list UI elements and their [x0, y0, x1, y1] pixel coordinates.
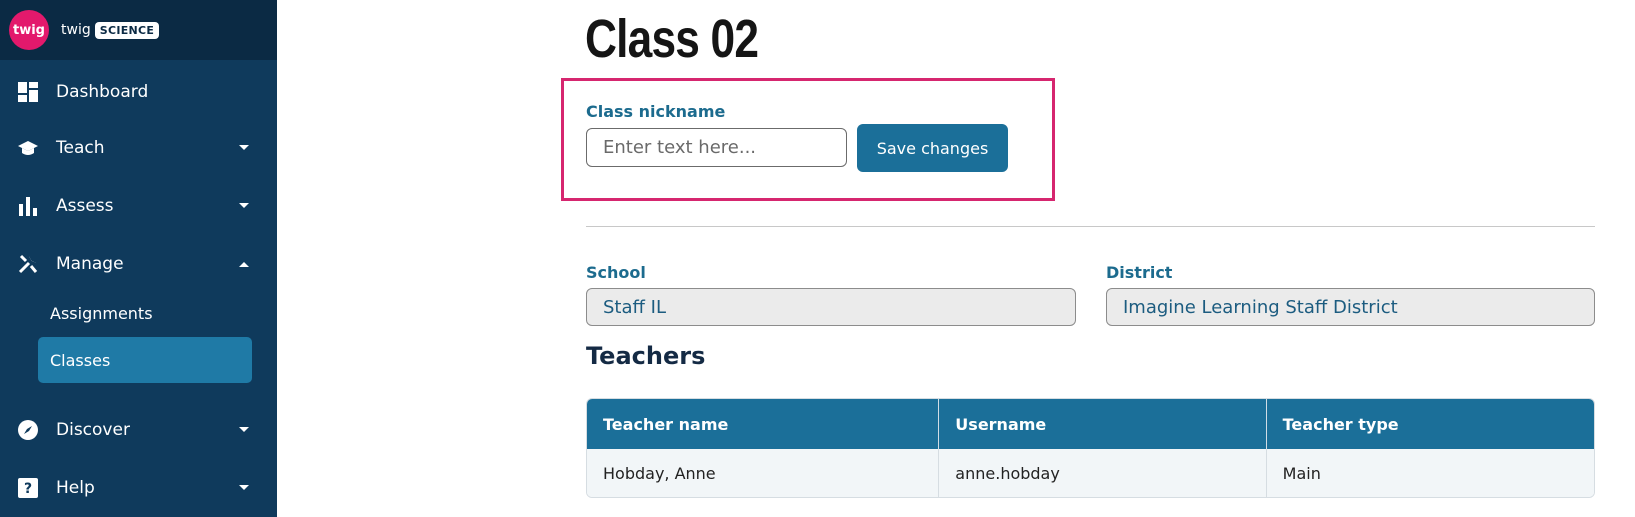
chevron-down-icon	[237, 423, 251, 437]
cell-teacher-name: Hobday, Anne	[587, 449, 940, 497]
table-header-row: Teacher name Username Teacher type	[587, 399, 1594, 449]
sidebar-item-label: Dashboard	[56, 82, 149, 102]
tools-icon	[17, 253, 39, 275]
sidebar-item-discover[interactable]: Discover	[0, 410, 277, 450]
sidebar-item-assess[interactable]: Assess	[0, 186, 277, 226]
compass-icon	[17, 419, 39, 441]
twig-logo[interactable]: twig	[9, 10, 49, 50]
brand-header: twig twig SCIENCE	[0, 0, 277, 60]
brand-name: twig	[61, 22, 91, 38]
app-root: twig twig SCIENCE Dashboard Teach Assess	[0, 0, 1635, 517]
nickname-label: Class nickname	[586, 102, 726, 121]
sidebar-item-label: Teach	[56, 138, 105, 158]
graduation-cap-icon	[17, 137, 39, 159]
sidebar-subitem-assignments[interactable]: Assignments	[38, 290, 252, 336]
cell-teacher-type: Main	[1282, 463, 1321, 483]
chevron-up-icon	[237, 257, 251, 271]
bar-chart-icon	[17, 195, 39, 217]
column-header-username[interactable]: Username	[939, 399, 1267, 449]
help-icon: ?	[17, 477, 39, 499]
table-row: Hobday, Anne anne.hobday Main	[587, 449, 1594, 497]
brand-pill: SCIENCE	[94, 21, 160, 39]
sidebar: twig twig SCIENCE Dashboard Teach Assess	[0, 0, 277, 517]
sidebar-item-label: Discover	[56, 420, 130, 440]
column-header-teacher-name[interactable]: Teacher name	[587, 399, 940, 449]
chevron-down-icon	[237, 481, 251, 495]
column-header-teacher-type[interactable]: Teacher type	[1267, 399, 1594, 449]
sidebar-item-teach[interactable]: Teach	[0, 128, 277, 168]
district-field: Imagine Learning Staff District	[1106, 288, 1595, 326]
sidebar-item-dashboard[interactable]: Dashboard	[0, 72, 277, 112]
sidebar-item-manage[interactable]: Manage	[0, 244, 277, 284]
sidebar-item-label: Manage	[56, 254, 124, 274]
nickname-input[interactable]	[586, 128, 847, 167]
chevron-down-icon	[237, 141, 251, 155]
school-field: Staff IL	[586, 288, 1076, 326]
sidebar-item-label: Assess	[56, 196, 114, 216]
teachers-table: Teacher name Username Teacher type Hobda…	[586, 398, 1595, 498]
teachers-heading: Teachers	[586, 342, 706, 370]
district-label: District	[1106, 263, 1173, 282]
cell-username: anne.hobday	[939, 449, 1267, 497]
section-divider	[586, 226, 1595, 227]
sidebar-item-label: Help	[56, 478, 95, 498]
save-changes-button[interactable]: Save changes	[857, 124, 1008, 172]
svg-text:?: ?	[24, 481, 32, 497]
dashboard-icon	[17, 81, 39, 103]
school-label: School	[586, 263, 646, 282]
page-title: Class 02	[585, 9, 759, 69]
sidebar-item-help[interactable]: ? Help	[0, 468, 277, 508]
sidebar-subitem-classes[interactable]: Classes	[38, 337, 252, 383]
chevron-down-icon	[237, 199, 251, 213]
